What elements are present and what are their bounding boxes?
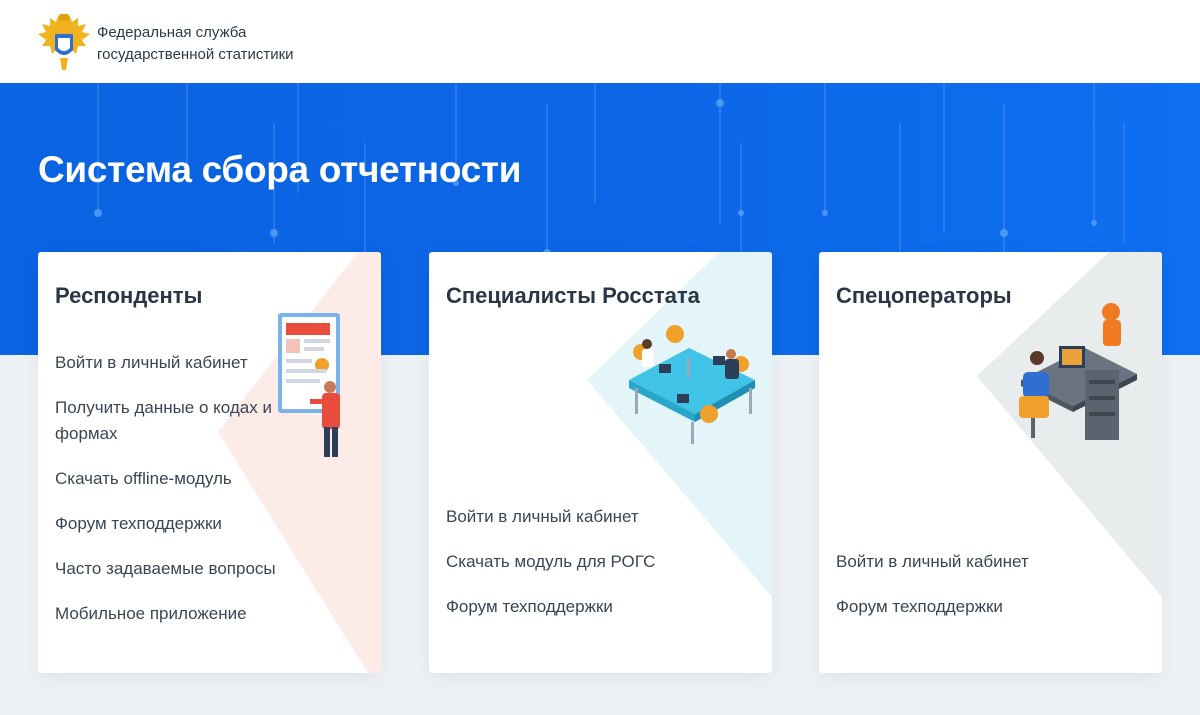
link-support-forum[interactable]: Форум техподдержки [446,594,676,620]
card-title: Респонденты [55,283,203,308]
card-links: Войти в личный кабинет Получить данные о… [55,350,285,646]
coat-of-arms-icon[interactable] [36,14,92,72]
link-codes-forms[interactable]: Получить данные о кодах и формах [55,395,285,447]
org-name-line1: Федеральная служба [97,24,247,41]
org-name-line2: государственной статистики [97,46,294,63]
card-title: Спецоператоры [836,283,1012,308]
organization-name: Федеральная служба государственной стати… [97,22,294,66]
card-title: Специалисты Росстата [446,283,700,308]
link-faq[interactable]: Часто задаваемые вопросы [55,556,285,582]
link-rogs-module[interactable]: Скачать модуль для РОГС [446,549,676,575]
link-login[interactable]: Войти в личный кабинет [446,504,676,530]
link-login[interactable]: Войти в личный кабинет [55,350,285,376]
office-workstations-icon [629,325,755,444]
card-respondents: Респонденты Войти в личный кабинет Получ… [38,252,381,673]
link-mobile-app[interactable]: Мобильное приложение [55,601,285,627]
link-support-forum[interactable]: Форум техподдержки [836,594,1066,620]
page-title: Система сбора отчетности [38,149,522,190]
link-offline-module[interactable]: Скачать offline-модуль [55,466,285,492]
card-rosstat-specialists: Специалисты Росстата Войти в личный каби… [429,252,772,673]
link-login[interactable]: Войти в личный кабинет [836,549,1066,575]
operators-desk-icon [1019,303,1137,440]
card-links: Войти в личный кабинет Скачать модуль дл… [446,504,676,639]
site-header: Федеральная служба государственной стати… [0,0,1200,83]
card-special-operators: Спецоператоры Войти в личный кабинет Фор… [819,252,1162,673]
card-links: Войти в личный кабинет Форум техподдержк… [836,549,1066,639]
link-support-forum[interactable]: Форум техподдержки [55,511,285,537]
